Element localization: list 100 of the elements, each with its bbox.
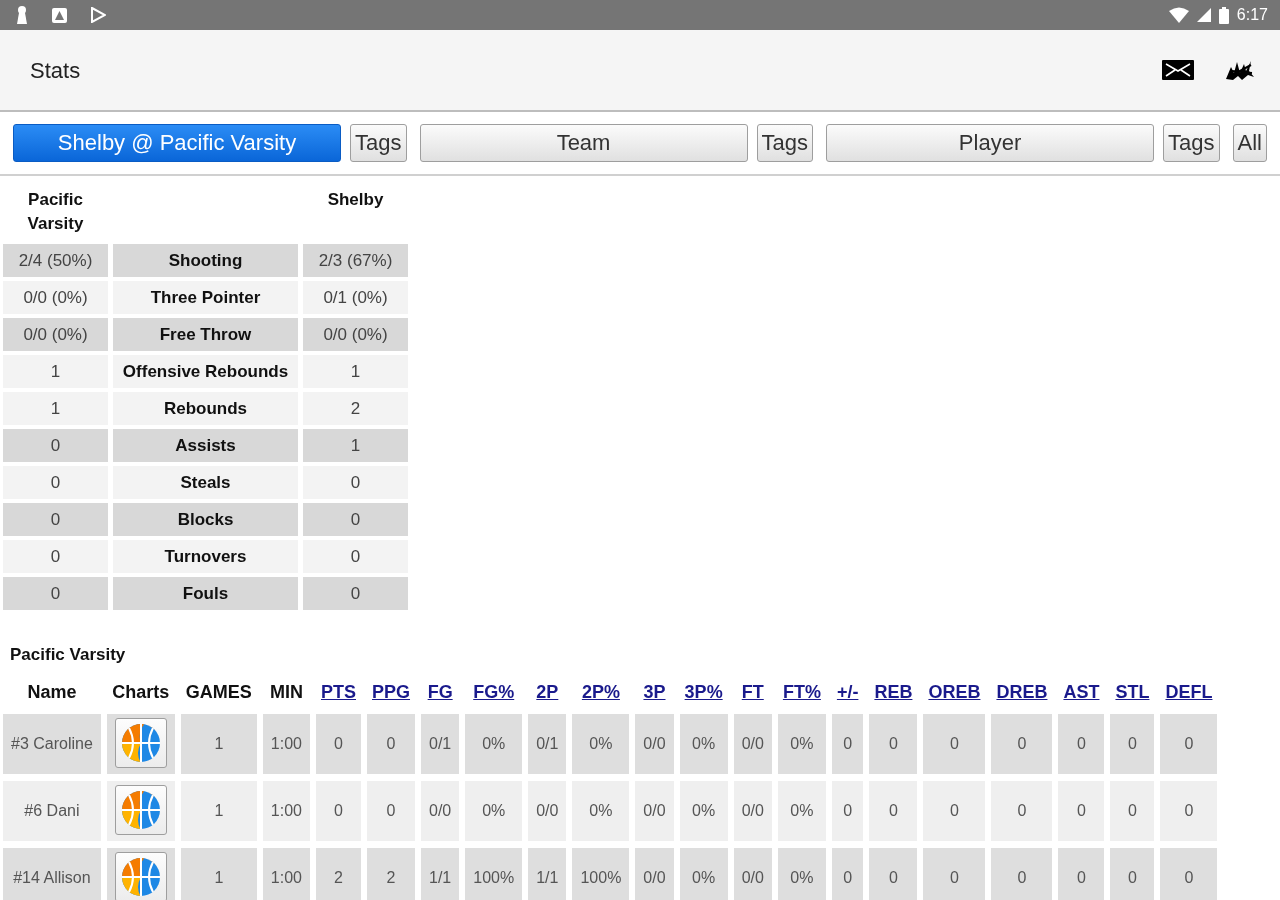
tab-button[interactable]: Tags: [1163, 124, 1220, 162]
stat-value: 0: [303, 540, 408, 573]
table-cell: 0: [1110, 780, 1155, 841]
tab-button[interactable]: Team: [419, 124, 748, 162]
chart-button[interactable]: [114, 784, 167, 835]
signal-icon: [1196, 8, 1211, 22]
player-name: #14 Allison: [3, 847, 101, 900]
table-cell: 2: [316, 847, 361, 900]
tab-button[interactable]: Tags: [756, 124, 814, 162]
stat-label: Fouls: [113, 577, 298, 610]
table-cell: 0/0: [733, 780, 772, 841]
column-header-link[interactable]: DREB: [996, 682, 1048, 702]
play-icon: [91, 7, 106, 23]
column-header-link[interactable]: PTS: [321, 682, 356, 702]
stat-label: Three Pointer: [113, 281, 298, 314]
column-header-link[interactable]: 2P%: [581, 682, 620, 702]
stat-value: 1: [303, 429, 408, 462]
column-header-link[interactable]: DEFL: [1165, 682, 1213, 702]
table-cell: 100%: [572, 847, 630, 900]
mail-icon[interactable]: [1162, 60, 1194, 80]
scribble-icon[interactable]: [1224, 59, 1256, 81]
table-cell: 0/0: [635, 780, 674, 841]
chart-button[interactable]: [114, 717, 167, 768]
screen-title: Stats: [30, 56, 81, 85]
column-header-link[interactable]: 3P: [643, 682, 666, 702]
table-cell: 0: [869, 780, 918, 841]
stat-value: 0/0 (0%): [3, 318, 108, 351]
table-cell: 0: [1058, 713, 1105, 774]
keyhole-icon: [16, 6, 28, 24]
picture-icon: [52, 7, 67, 23]
stat-label: Rebounds: [113, 392, 298, 425]
table-cell: 0: [923, 780, 986, 841]
player-name: #6 Dani: [3, 780, 101, 841]
column-header: GAMES: [185, 682, 252, 702]
column-header: Charts: [112, 682, 170, 702]
table-cell: 0%: [572, 780, 630, 841]
column-header-link[interactable]: FT: [741, 682, 764, 702]
stat-value: 1: [3, 392, 108, 425]
table-cell: 0: [869, 847, 918, 900]
player-name: #3 Caroline: [3, 713, 101, 774]
table-cell: 1/1: [421, 847, 460, 900]
column-header-link[interactable]: 2P: [536, 682, 559, 702]
battery-icon: [1218, 6, 1229, 24]
tab-button[interactable]: All: [1232, 124, 1267, 162]
column-header: MIN: [269, 682, 303, 702]
stat-label: Offensive Rebounds: [113, 355, 298, 388]
stat-value: 0: [3, 466, 108, 499]
tab-button[interactable]: Tags: [350, 124, 407, 162]
stat-label: Free Throw: [113, 318, 298, 351]
table-cell: 0%: [465, 780, 523, 841]
team-name: Pacific Varsity: [26, 189, 85, 235]
stat-value: 0: [303, 466, 408, 499]
stat-label: Blocks: [113, 503, 298, 536]
stat-value: 0/1 (0%): [303, 281, 408, 314]
table-cell: 1: [180, 713, 257, 774]
column-header-link[interactable]: 3P%: [684, 682, 723, 702]
table-cell: 0%: [777, 713, 826, 774]
table-cell: 0%: [679, 780, 728, 841]
table-cell: 1: [180, 847, 257, 900]
clock-time: 6:17: [1236, 5, 1268, 25]
table-cell: 0: [367, 713, 415, 774]
column-header-link[interactable]: OREB: [928, 682, 981, 702]
stat-value: 0: [303, 503, 408, 536]
stat-label: Turnovers: [113, 540, 298, 573]
table-cell: 1/1: [528, 847, 567, 900]
table-cell: 0: [1160, 780, 1218, 841]
column-header-link[interactable]: REB: [874, 682, 913, 702]
table-cell: 0: [316, 780, 361, 841]
table-cell: 2: [367, 847, 415, 900]
column-header-link[interactable]: PPG: [372, 682, 410, 702]
table-cell: 0/0: [421, 780, 460, 841]
table-cell: 0: [1058, 780, 1105, 841]
table-cell: 0%: [679, 847, 728, 900]
tab-button[interactable]: Shelby @ Pacific Varsity: [13, 124, 342, 162]
stat-value: 2/3 (67%): [303, 244, 408, 277]
table-cell: 0: [831, 847, 864, 900]
column-header-link[interactable]: FG: [427, 682, 453, 702]
tab-button[interactable]: Player: [826, 124, 1155, 162]
stat-value: 1: [303, 355, 408, 388]
table-cell: 0: [991, 847, 1053, 900]
table-cell: 0/0: [635, 847, 674, 900]
table-cell: 0: [1058, 847, 1105, 900]
chart-button[interactable]: [114, 851, 167, 900]
table-cell: 0: [991, 780, 1053, 841]
table-cell: 0/0: [733, 713, 772, 774]
table-cell: 0/1: [421, 713, 460, 774]
table-cell: 0: [831, 780, 864, 841]
column-header-link[interactable]: AST: [1063, 682, 1100, 702]
column-header-link[interactable]: +/-: [836, 682, 859, 702]
section-title: Pacific Varsity: [10, 644, 126, 666]
stat-label: Assists: [113, 429, 298, 462]
table-cell: 0: [1110, 713, 1155, 774]
column-header-link[interactable]: FT%: [782, 682, 821, 702]
table-cell: 0%: [465, 713, 523, 774]
table-cell: 0: [1160, 847, 1218, 900]
stat-value: 2/4 (50%): [3, 244, 108, 277]
column-header-link[interactable]: FG%: [473, 682, 515, 702]
table-cell: 1:00: [262, 847, 310, 900]
column-header-link[interactable]: STL: [1115, 682, 1150, 702]
stat-value: 0: [3, 540, 108, 573]
